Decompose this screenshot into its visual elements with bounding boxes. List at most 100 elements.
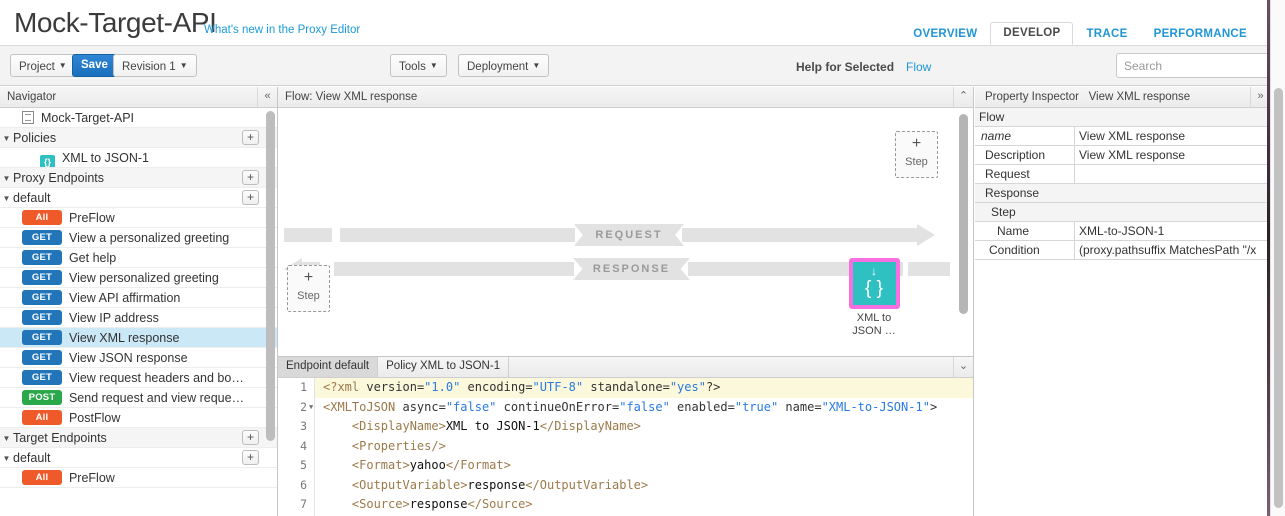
navigator-list: Mock-Target-API ▼Policies+{} XML to JSON-… — [0, 108, 277, 516]
sidebar-item-view-json-response[interactable]: GET View JSON response — [0, 348, 277, 368]
tab-overview[interactable]: OVERVIEW — [900, 23, 990, 45]
twisty-icon[interactable]: ▼ — [0, 169, 13, 188]
sidebar-item-default[interactable]: ▼default+ — [0, 448, 277, 468]
sidebar-item-view-xml-response[interactable]: GET View XML response — [0, 328, 277, 348]
sidebar-item-default[interactable]: ▼default+ — [0, 188, 277, 208]
code-line[interactable]: 4 <Properties/> — [278, 437, 973, 457]
sidebar-item-mock-target-api[interactable]: Mock-Target-API — [0, 108, 277, 128]
add-button[interactable]: + — [242, 190, 259, 205]
flow-canvas[interactable]: + Step REQUEST RESPONSE — [278, 108, 973, 357]
sidebar-item-label: View XML response — [69, 331, 179, 345]
sidebar-item-send-request-and-view-reque[interactable]: POST Send request and view reque… — [0, 388, 277, 408]
policy-node-label-line1: XML to — [835, 312, 913, 325]
tab-develop[interactable]: DEVELOP — [990, 22, 1073, 45]
sidebar-item-xml-to-json-1[interactable]: {} XML to JSON-1 — [0, 148, 277, 168]
line-number: 4 — [278, 437, 315, 457]
tab-trace[interactable]: TRACE — [1073, 23, 1140, 45]
method-badge: All — [22, 410, 62, 425]
plus-icon: + — [288, 266, 329, 290]
add-step-button-response[interactable]: + Step — [287, 265, 330, 312]
center-column: Flow: View XML response ⌃ + Step REQUEST — [278, 87, 974, 516]
fold-icon[interactable]: ▼ — [309, 398, 313, 418]
add-step-button-request[interactable]: + Step — [895, 131, 938, 178]
method-badge: GET — [22, 350, 62, 365]
page-scrollbar[interactable] — [1270, 0, 1285, 516]
page-title: Mock-Target-API — [14, 7, 217, 39]
tab-performance[interactable]: PERFORMANCE — [1141, 23, 1260, 45]
collapse-left-icon[interactable]: « — [257, 87, 277, 107]
sidebar-item-proxy-endpoints[interactable]: ▼Proxy Endpoints + — [0, 168, 277, 188]
twisty-icon[interactable]: ▼ — [0, 129, 13, 148]
property-value[interactable]: XML-to-JSON-1 — [1074, 222, 1270, 240]
project-menu-label: Project — [19, 61, 55, 73]
code-line[interactable]: 2▼<XMLToJSON async="false" continueOnErr… — [278, 398, 973, 418]
sidebar-item-target-endpoints[interactable]: ▼Target Endpoints+ — [0, 428, 277, 448]
sidebar-item-view-api-affirmation[interactable]: GET View API affirmation — [0, 288, 277, 308]
sidebar-item-label: View API affirmation — [69, 291, 180, 305]
tools-menu-button[interactable]: Tools▼ — [390, 54, 447, 77]
sidebar-item-label: Proxy Endpoints — [13, 171, 104, 185]
sidebar-item-view-ip-address[interactable]: GET View IP address — [0, 308, 277, 328]
sidebar-item-policies[interactable]: ▼Policies+ — [0, 128, 277, 148]
sidebar-item-label: PostFlow — [69, 411, 120, 425]
add-button[interactable]: + — [242, 130, 259, 145]
response-label: RESPONSE — [573, 258, 690, 280]
navigator-scrollbar[interactable] — [266, 111, 275, 441]
sidebar-item-label: PreFlow — [69, 211, 115, 225]
property-inspector-subject: View XML response — [1089, 91, 1191, 103]
method-badge: GET — [22, 310, 62, 325]
flow-canvas-scrollbar[interactable] — [959, 114, 968, 314]
editor-tab-policy-xml-to-json-1[interactable]: Policy XML to JSON-1 — [378, 357, 509, 377]
code-text: <OutputVariable>response</OutputVariable… — [315, 476, 648, 496]
code-area[interactable]: 1<?xml version="1.0" encoding="UTF-8" st… — [278, 378, 973, 516]
sidebar-item-view-personalized-greeting[interactable]: GET View personalized greeting — [0, 268, 277, 288]
sidebar-item-get-help[interactable]: GET Get help — [0, 248, 277, 268]
twisty-icon[interactable]: ▼ — [0, 189, 13, 208]
add-button[interactable]: + — [242, 430, 259, 445]
sidebar-item-view-request-headers-and-bo[interactable]: GET View request headers and bo… — [0, 368, 277, 388]
property-row: DescriptionView XML response — [975, 146, 1270, 165]
sidebar-item-label: View personalized greeting — [69, 271, 219, 285]
property-key: Name — [975, 222, 1074, 240]
property-value[interactable]: (proxy.pathsuffix MatchesPath "/x — [1074, 241, 1270, 259]
code-line[interactable]: 7 <Source>response</Source> — [278, 495, 973, 515]
editor-tab-bar: Endpoint defaultPolicy XML to JSON-1 ⌄ — [278, 357, 973, 378]
property-value[interactable] — [1074, 165, 1270, 183]
property-inspector-title: Property Inspector — [985, 91, 1079, 103]
page-scrollbar-thumb[interactable] — [1274, 88, 1283, 508]
method-badge: GET — [22, 250, 62, 265]
whats-new-link[interactable]: What's new in the Proxy Editor — [204, 24, 360, 36]
code-line[interactable]: 6 <OutputVariable>response</OutputVariab… — [278, 476, 973, 496]
sidebar-item-label: Mock-Target-API — [41, 111, 134, 125]
expand-flow-icon[interactable]: ⌃ — [953, 87, 973, 107]
property-inspector-header: Property Inspector View XML response » — [975, 87, 1270, 108]
editor-tab-endpoint-default[interactable]: Endpoint default — [278, 357, 378, 377]
deployment-menu-button[interactable]: Deployment▼ — [458, 54, 549, 77]
policy-node-xml-to-json[interactable]: ↓ { } XML to JSON … — [835, 258, 913, 337]
twisty-icon[interactable]: ▼ — [0, 429, 13, 448]
code-line[interactable]: 5 <Format>yahoo</Format> — [278, 456, 973, 476]
add-button[interactable]: + — [242, 450, 259, 465]
property-value[interactable]: View XML response — [1074, 127, 1270, 145]
sidebar-item-label: View a personalized greeting — [69, 231, 229, 245]
save-button[interactable]: Save — [72, 54, 117, 77]
sidebar-item-preflow[interactable]: All PreFlow — [0, 468, 277, 488]
twisty-icon[interactable]: ▼ — [0, 449, 13, 468]
property-row: nameView XML response — [975, 127, 1270, 146]
sidebar-item-postflow[interactable]: All PostFlow — [0, 408, 277, 428]
sidebar-item-preflow[interactable]: All PreFlow — [0, 208, 277, 228]
property-row: Response — [975, 184, 1270, 203]
main-tab-bar: OVERVIEWDEVELOPTRACEPERFORMANCE — [900, 22, 1260, 46]
sidebar-item-label: PreFlow — [69, 471, 115, 485]
sidebar-item-view-a-personalized-greeting[interactable]: GET View a personalized greeting — [0, 228, 277, 248]
revision-menu-button[interactable]: Revision 1▼ — [113, 54, 197, 77]
expand-editor-icon[interactable]: ⌄ — [953, 357, 973, 377]
code-line[interactable]: 1<?xml version="1.0" encoding="UTF-8" st… — [278, 378, 973, 398]
project-menu-button[interactable]: Project▼ — [10, 54, 76, 77]
code-line[interactable]: 3 <DisplayName>XML to JSON-1</DisplayNam… — [278, 417, 973, 437]
add-button[interactable]: + — [242, 170, 259, 185]
search-input[interactable] — [1116, 53, 1270, 78]
help-flow-link[interactable]: Flow — [906, 60, 931, 74]
property-value[interactable]: View XML response — [1074, 146, 1270, 164]
method-badge: GET — [22, 370, 62, 385]
